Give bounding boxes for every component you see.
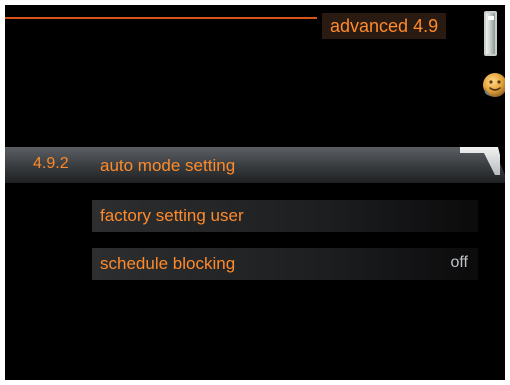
- water-tank-icon: [484, 11, 497, 56]
- tank-cap: [488, 16, 494, 20]
- menu-item-label: factory setting user: [100, 206, 244, 225]
- menu-item-schedule-blocking[interactable]: schedule blocking off: [92, 248, 478, 280]
- menu-item-factory-setting-user[interactable]: factory setting user: [92, 200, 478, 232]
- menu-item-number: 4.9.2: [33, 155, 69, 172]
- menu-item-value: off: [450, 254, 469, 271]
- menu-item-label: schedule blocking: [100, 254, 236, 273]
- control-panel: advanced 4.9 4.9.2 auto mode setting fac…: [5, 5, 505, 380]
- page-title: advanced 4.9: [322, 13, 447, 39]
- selection-highlight: [5, 147, 505, 183]
- display-screen: advanced 4.9 4.9.2 auto mode setting fac…: [0, 0, 510, 385]
- smiley-face-icon: [483, 73, 505, 97]
- header-divider: [5, 17, 317, 19]
- menu-item-label: auto mode setting: [100, 156, 236, 175]
- menu-item-auto-mode-setting[interactable]: 4.9.2 auto mode setting: [5, 147, 505, 183]
